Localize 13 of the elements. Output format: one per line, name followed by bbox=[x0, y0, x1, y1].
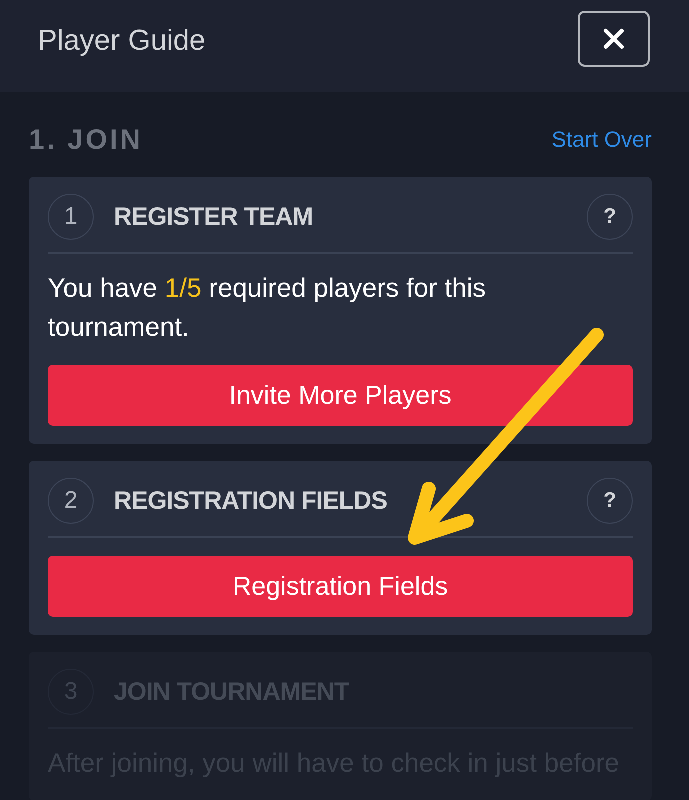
help-button[interactable]: ? bbox=[587, 194, 633, 240]
start-over-link[interactable]: Start Over bbox=[552, 127, 652, 153]
step-action-button[interactable]: Registration Fields bbox=[48, 556, 633, 617]
section-title: 1. JOIN bbox=[29, 124, 143, 156]
help-button[interactable]: ? bbox=[587, 478, 633, 524]
step-number: 1 bbox=[48, 194, 94, 240]
step-title: REGISTRATION FIELDS bbox=[114, 486, 388, 516]
step-title: REGISTER TEAM bbox=[114, 202, 314, 232]
step-action-button[interactable]: Invite More Players bbox=[48, 365, 633, 426]
step-number: 2 bbox=[48, 478, 94, 524]
guide-title: Player Guide bbox=[38, 24, 206, 58]
close-button[interactable] bbox=[578, 11, 650, 67]
step-message: You have 1/5 required players for this tournament. bbox=[48, 272, 488, 344]
